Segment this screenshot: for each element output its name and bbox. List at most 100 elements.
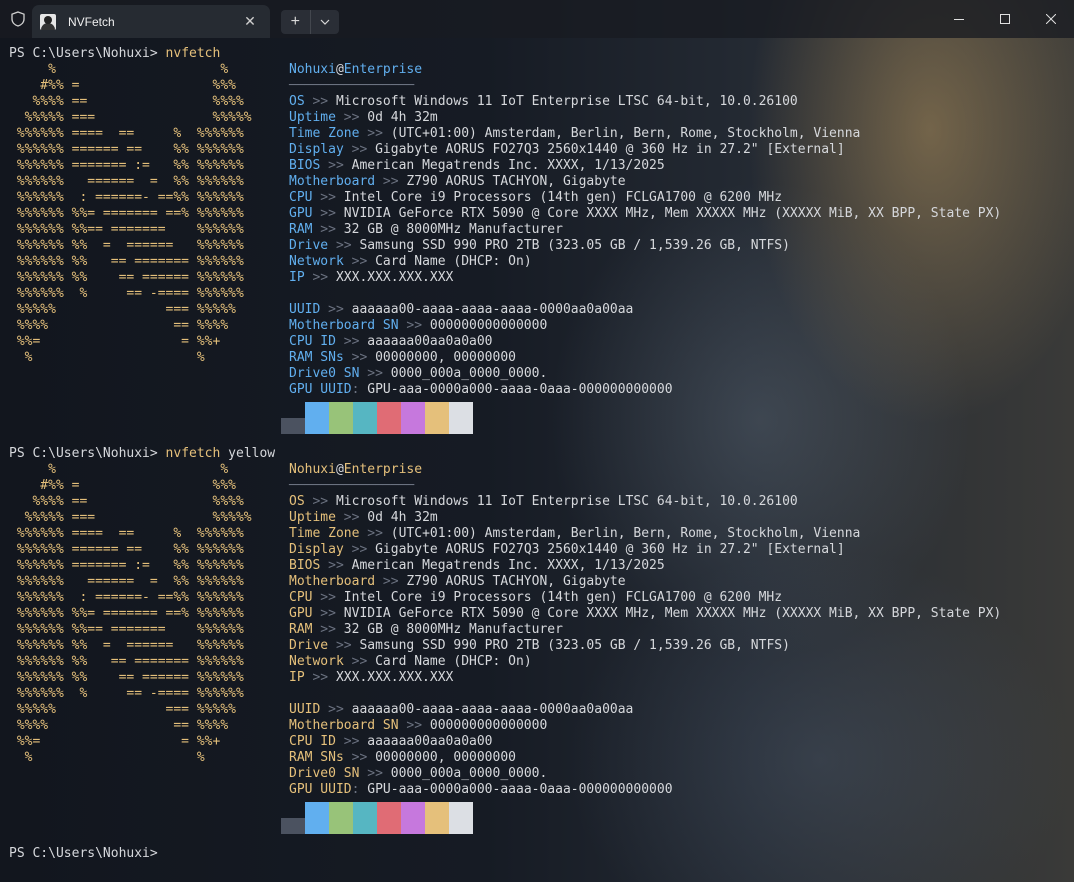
tab-dropdown-button[interactable] <box>311 10 340 34</box>
title-bar: NVFetch ✕ + <box>0 0 1074 38</box>
id-row: CPU ID >> aaaaaa00aa0a0a00 <box>289 334 493 350</box>
id-value: GPU-aaa-0000a000-aaaa-0aaa-000000000000 <box>367 382 673 397</box>
close-window-button[interactable] <box>1028 0 1074 38</box>
ascii-art-line: %%%%%% ====== = %% %%%%%% <box>9 174 244 189</box>
ascii-art-line: % % <box>9 62 229 77</box>
info-label: Network <box>289 654 344 669</box>
info-separator: >> <box>343 654 376 669</box>
minimize-button[interactable] <box>936 0 982 38</box>
info-separator: >> <box>312 190 344 205</box>
info-value: Z790 AORUS TACHYON, Gigabyte <box>406 174 626 189</box>
info-label: OS <box>289 494 305 509</box>
close-tab-button[interactable]: ✕ <box>240 13 260 30</box>
terminal-output[interactable]: PS C:\Users\Nohuxi> nvfetch % % #%% = %%… <box>0 38 1074 882</box>
id-row: GPU UUID: GPU-aaa-0000a000-aaaa-0aaa-000… <box>289 382 673 398</box>
ascii-art-line: %%%%%% ====== = %% %%%%%% <box>9 574 244 589</box>
id-separator: >> <box>359 366 391 381</box>
info-value: 32 GB @ 8000MHz Manufacturer <box>343 222 563 237</box>
new-tab-group: + <box>281 10 339 34</box>
maximize-button[interactable] <box>982 0 1028 38</box>
id-label: Motherboard SN <box>289 318 399 333</box>
id-value: 0000_000a_0000_0000. <box>390 766 548 781</box>
info-separator: >> <box>375 174 407 189</box>
info-separator: >> <box>328 638 360 653</box>
info-row: Uptime >> 0d 4h 32m <box>289 110 438 126</box>
color-swatch <box>353 402 377 434</box>
info-separator: >> <box>312 222 344 237</box>
id-value: aaaaaa00-aaaa-aaaa-aaaa-0000aa0a00aa <box>351 702 634 717</box>
info-value: American Megatrends Inc. XXXX, 1/13/2025 <box>351 158 665 173</box>
info-row: RAM >> 32 GB @ 8000MHz Manufacturer <box>289 622 563 638</box>
info-separator: >> <box>304 270 336 285</box>
chevron-down-icon <box>320 19 330 25</box>
info-value: Gigabyte AORUS FO27Q3 2560x1440 @ 360 Hz… <box>375 542 845 557</box>
id-value: 00000000, 00000000 <box>375 350 516 365</box>
info-row: OS >> Microsoft Windows 11 IoT Enterpris… <box>289 494 798 510</box>
color-swatch <box>401 802 425 834</box>
id-value: aaaaaa00-aaaa-aaaa-aaaa-0000aa0a00aa <box>351 302 634 317</box>
user-host-line: Nohuxi@Enterprise <box>289 62 422 78</box>
color-swatch <box>305 402 329 434</box>
info-row: Uptime >> 0d 4h 32m <box>289 510 438 526</box>
info-value: Card Name (DHCP: On) <box>375 654 532 669</box>
info-value: Intel Core i9 Processors (14th gen) FCLG… <box>343 190 783 205</box>
color-palette <box>281 802 473 834</box>
id-value: aaaaaa00aa0a0a00 <box>367 734 493 749</box>
ascii-art-line: %%%% == %%%% <box>9 318 229 333</box>
final-prompt-line: PS C:\Users\Nohuxi> <box>9 846 166 862</box>
ascii-art-line: %%%%% === %%%%% <box>9 110 252 125</box>
ascii-art-line: %%%%%% ==== == % %%%%%% <box>9 526 244 541</box>
command-name: nvfetch <box>165 46 221 61</box>
tab-nvfetch[interactable]: NVFetch ✕ <box>32 5 270 38</box>
id-label: UUID <box>289 702 321 717</box>
color-swatch <box>329 802 353 834</box>
info-value: 32 GB @ 8000MHz Manufacturer <box>343 622 563 637</box>
id-label: Drive0 SN <box>289 766 360 781</box>
color-swatch <box>449 802 473 834</box>
ascii-art-line: %%%%%% %% == ====== %%%%%% <box>9 270 244 285</box>
info-value: NVIDIA GeForce RTX 5090 @ Core XXXX MHz,… <box>343 606 1002 621</box>
info-separator: >> <box>343 542 376 557</box>
info-value: Gigabyte AORUS FO27Q3 2560x1440 @ 360 Hz… <box>375 142 845 157</box>
info-row: GPU >> NVIDIA GeForce RTX 5090 @ Core XX… <box>289 606 1001 622</box>
info-separator: >> <box>335 510 368 525</box>
color-swatch <box>449 402 473 434</box>
window-controls <box>936 0 1074 38</box>
info-separator: >> <box>359 126 391 141</box>
info-row: Drive >> Samsung SSD 990 PRO 2TB (323.05… <box>289 238 790 254</box>
id-separator: >> <box>398 718 430 733</box>
info-value: Z790 AORUS TACHYON, Gigabyte <box>406 574 626 589</box>
info-label: Motherboard <box>289 574 376 589</box>
ascii-art-line: #%% = %%% <box>9 78 236 93</box>
info-label: GPU <box>289 206 313 221</box>
prompt-line: PS C:\Users\Nohuxi> nvfetch <box>9 46 220 62</box>
ascii-art-line: %%%%% === %%%%% <box>9 702 236 717</box>
ascii-art-line: %%%%%% %% = ====== %%%%%% <box>9 638 244 653</box>
username: Nohuxi <box>289 462 336 477</box>
info-label: Time Zone <box>289 126 360 141</box>
color-swatch <box>305 802 329 834</box>
color-palette <box>281 402 473 434</box>
info-separator: >> <box>304 670 336 685</box>
id-value: 000000000000000 <box>429 318 548 333</box>
id-separator: >> <box>359 766 391 781</box>
color-swatch <box>281 418 305 434</box>
new-tab-button[interactable]: + <box>281 10 311 34</box>
id-label: UUID <box>289 302 321 317</box>
id-value: 0000_000a_0000_0000. <box>390 366 548 381</box>
id-separator: >> <box>398 318 430 333</box>
ascii-art-line: % % <box>9 462 229 477</box>
at-sign: @ <box>335 62 344 77</box>
ascii-art-line: %%%%%% ======= := %% %%%%%% <box>9 558 244 573</box>
hostname: Enterprise <box>343 62 423 77</box>
info-value: Microsoft Windows 11 IoT Enterprise LTSC… <box>335 494 798 509</box>
id-row: Drive0 SN >> 0000_000a_0000_0000. <box>289 366 547 382</box>
ascii-art-line: #%% = %%% <box>9 478 236 493</box>
id-label: CPU ID <box>289 334 336 349</box>
id-row: CPU ID >> aaaaaa00aa0a0a00 <box>289 734 493 750</box>
at-sign: @ <box>335 462 344 477</box>
info-label: Drive <box>289 238 329 253</box>
info-separator: >> <box>312 606 344 621</box>
info-row: Time Zone >> (UTC+01:00) Amsterdam, Berl… <box>289 526 860 542</box>
ascii-art-line: %%%%%% %% == ====== %%%%%% <box>9 670 244 685</box>
